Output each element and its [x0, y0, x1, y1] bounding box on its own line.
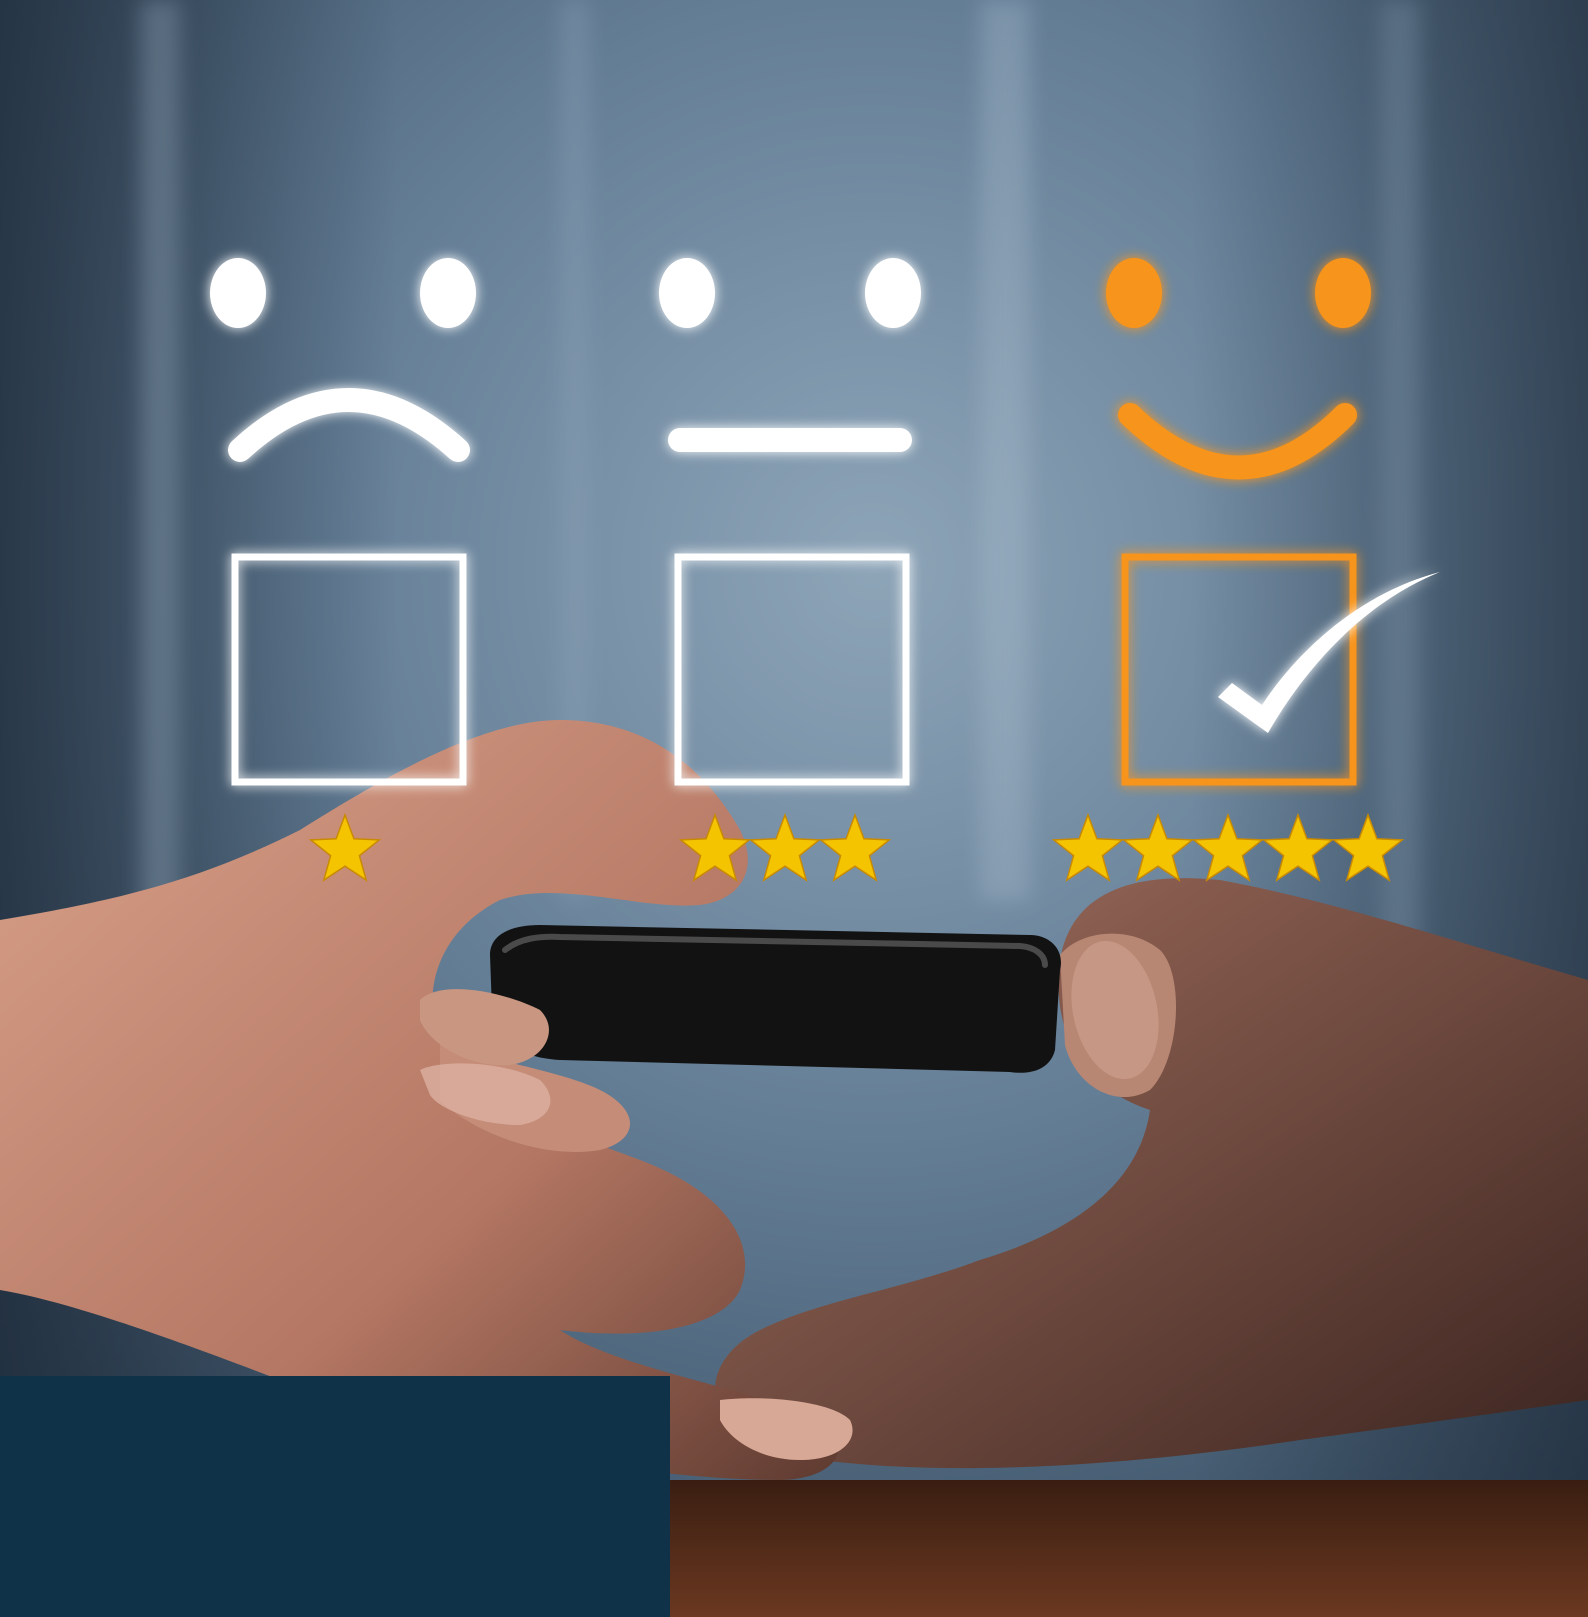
- feedback-rating-photo: [0, 0, 1588, 1617]
- navy-overlay-panel: [0, 1376, 670, 1617]
- smartphone: [490, 925, 1061, 1073]
